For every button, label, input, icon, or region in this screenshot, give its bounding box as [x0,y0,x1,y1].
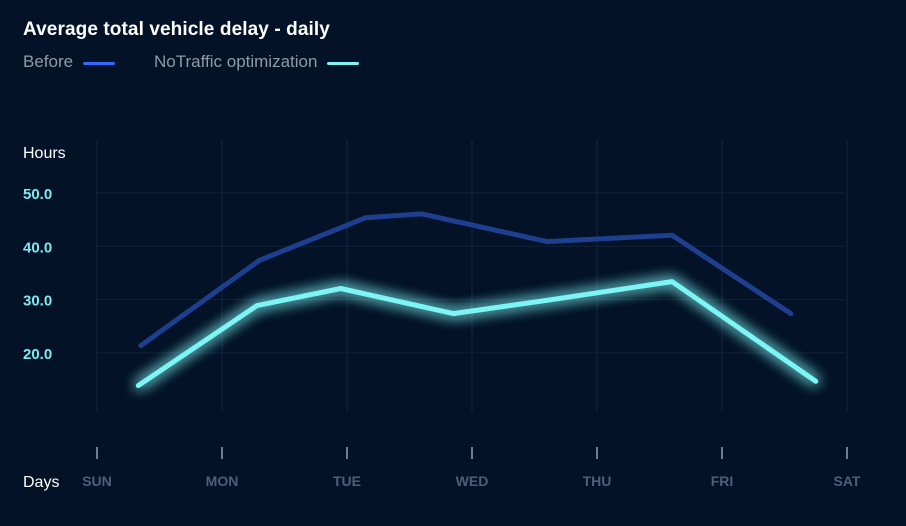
chart-container: Average total vehicle delay - daily Befo… [0,0,906,526]
x-tick-label: FRI [711,473,734,489]
axes: Hours Days SUN MON TUE WED THU FRI SAT 50.0 40.0… [23,145,861,491]
y-tick-label: 20.0 [23,346,52,363]
series-line-before [138,211,794,349]
x-tick-label: THU [583,473,612,489]
x-tick-label: MON [206,473,239,489]
x-tick-label: SUN [82,473,112,489]
line-chart-svg: Hours Days SUN MON TUE WED THU FRI SAT 50.0 40.0… [23,140,861,491]
y-axis-title: Hours [23,145,66,162]
y-tick-label: 40.0 [23,239,52,256]
series-line-notraffic-optimization [135,279,819,389]
y-tick-label: 50.0 [23,186,52,203]
x-tick-label: SAT [834,473,861,489]
x-tick-label: WED [456,473,489,489]
y-tick-label: 30.0 [23,293,52,310]
x-tick-label: TUE [333,473,361,489]
x-axis-title: Days [23,474,59,491]
